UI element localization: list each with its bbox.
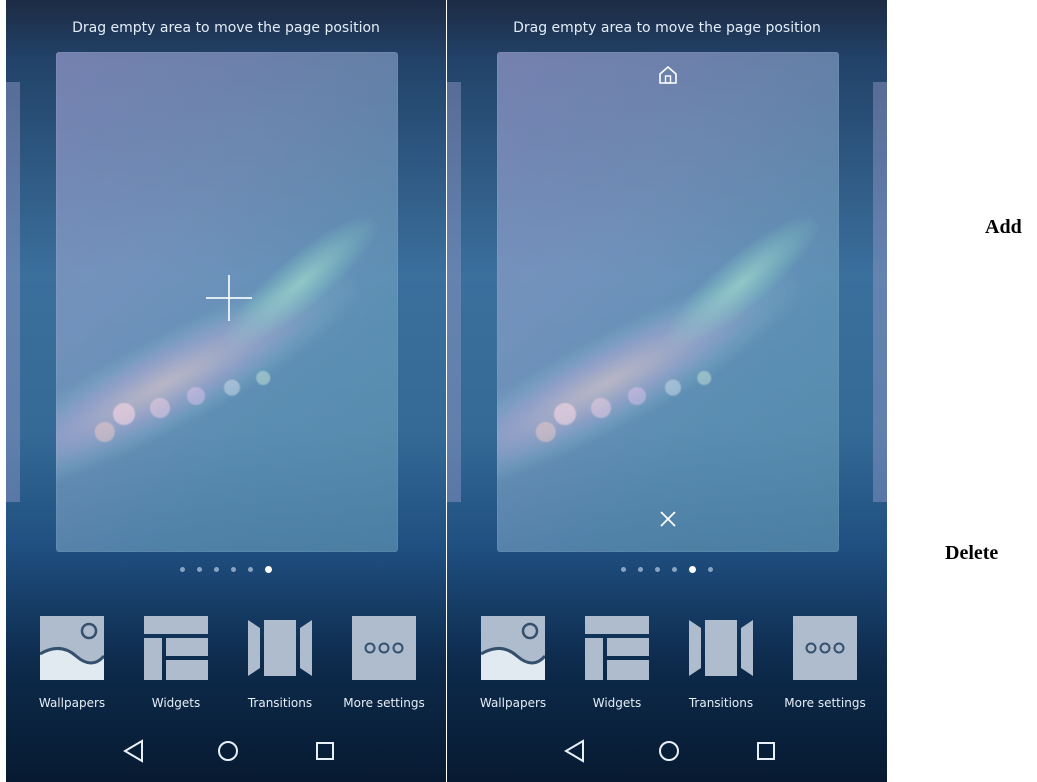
- adjacent-page-preview[interactable]: [447, 82, 461, 502]
- transitions-icon: [689, 620, 753, 676]
- home-page-card[interactable]: [497, 52, 839, 552]
- home-circle-icon[interactable]: [213, 736, 243, 766]
- delete-page-icon[interactable]: [657, 508, 679, 530]
- wallpaper-icon: [481, 616, 545, 680]
- edit-toolbar: Wallpapers Widgets Transitions More sett…: [463, 612, 871, 712]
- back-icon[interactable]: [560, 736, 590, 766]
- add-page-icon[interactable]: [206, 275, 252, 321]
- screen-delete-page: Drag empty area to move the page positio…: [447, 0, 887, 782]
- widgets-label: Widgets: [151, 696, 201, 710]
- widgets-icon: [585, 616, 649, 680]
- page-indicator: [6, 566, 446, 573]
- more-settings-button[interactable]: More settings: [334, 612, 434, 712]
- navigation-bar: [447, 722, 887, 782]
- transitions-icon: [248, 620, 312, 676]
- widgets-label: Widgets: [592, 696, 642, 710]
- drag-hint: Drag empty area to move the page positio…: [513, 20, 821, 36]
- page-dot[interactable]: [231, 567, 236, 572]
- page-dot[interactable]: [621, 567, 626, 572]
- caption-delete: Delete: [945, 542, 999, 564]
- transitions-label: Transitions: [247, 696, 313, 710]
- drag-hint: Drag empty area to move the page positio…: [72, 20, 380, 36]
- adjacent-page-preview[interactable]: [873, 82, 887, 502]
- page-dot[interactable]: [655, 567, 660, 572]
- page-dot[interactable]: [214, 567, 219, 572]
- wallpaper-icon: [40, 616, 104, 680]
- recents-icon[interactable]: [310, 736, 340, 766]
- page-dot[interactable]: [197, 567, 202, 572]
- edit-toolbar: Wallpapers Widgets Transitions More sett…: [22, 612, 430, 712]
- wallpapers-label: Wallpapers: [38, 696, 106, 710]
- page-dot[interactable]: [708, 567, 713, 572]
- widgets-icon: [144, 616, 208, 680]
- transitions-label: Transitions: [688, 696, 754, 710]
- adjacent-page-preview[interactable]: [6, 82, 20, 502]
- wallpapers-button[interactable]: Wallpapers: [463, 612, 563, 712]
- wallpaper-bokeh: [517, 342, 757, 462]
- transitions-button[interactable]: Transitions: [671, 612, 771, 712]
- page-indicator: [447, 566, 887, 573]
- back-icon[interactable]: [119, 736, 149, 766]
- more-settings-label: More settings: [784, 696, 866, 710]
- wallpaper-bokeh: [76, 342, 316, 462]
- more-settings-icon: [793, 616, 857, 680]
- navigation-bar: [6, 722, 446, 782]
- screen-add-page: Drag empty area to move the page positio…: [6, 0, 446, 782]
- page-dot[interactable]: [180, 567, 185, 572]
- page-dot[interactable]: [638, 567, 643, 572]
- recents-icon[interactable]: [751, 736, 781, 766]
- wallpapers-button[interactable]: Wallpapers: [22, 612, 122, 712]
- transitions-button[interactable]: Transitions: [230, 612, 330, 712]
- page-dot-active[interactable]: [689, 566, 696, 573]
- widgets-button[interactable]: Widgets: [126, 612, 226, 712]
- page-dot[interactable]: [248, 567, 253, 572]
- caption-add: Add: [985, 216, 1022, 238]
- page-dot-active[interactable]: [265, 566, 272, 573]
- more-settings-icon: [352, 616, 416, 680]
- home-circle-icon[interactable]: [654, 736, 684, 766]
- page-dot[interactable]: [672, 567, 677, 572]
- more-settings-label: More settings: [343, 696, 425, 710]
- wallpapers-label: Wallpapers: [479, 696, 547, 710]
- set-home-page-icon[interactable]: [657, 64, 679, 86]
- new-page-card[interactable]: [56, 52, 398, 552]
- more-settings-button[interactable]: More settings: [775, 612, 875, 712]
- widgets-button[interactable]: Widgets: [567, 612, 667, 712]
